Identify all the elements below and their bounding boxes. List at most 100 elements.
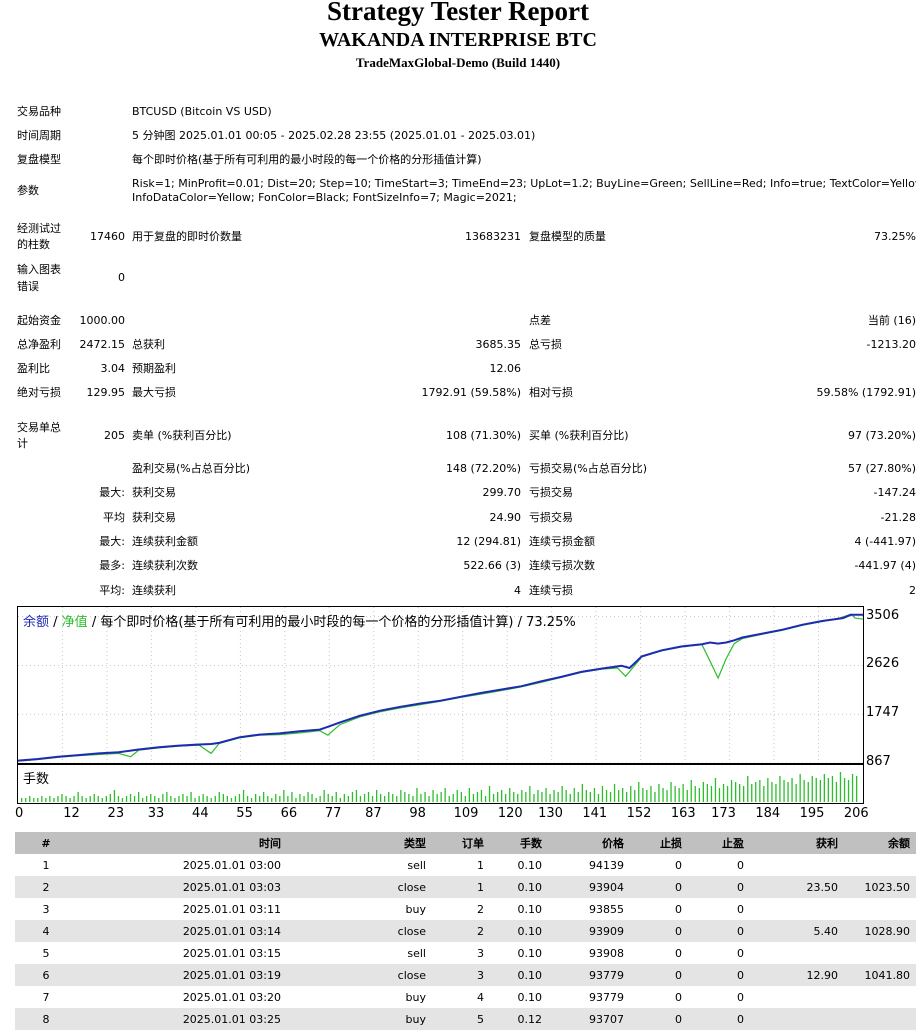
equity-line — [17, 613, 864, 762]
volume-bar — [182, 794, 184, 802]
short-trades-value: 108 (71.30%) — [445, 429, 521, 442]
deal-row: 7 2025.01.01 03:20 buy 4 0.10 93779 0 0 — [15, 986, 916, 1008]
volume-bar — [178, 796, 180, 802]
quality-value: 73.25% — [874, 230, 916, 243]
volume-bar — [480, 790, 483, 802]
volume-bar — [851, 774, 854, 802]
avg-loss-value: -21.28 — [880, 511, 916, 524]
deals-header-row: # 时间 类型 订单 手数 价格 止损 止盈 获利 余额 — [15, 832, 916, 854]
volume-bar — [638, 782, 640, 802]
volume-bar — [162, 794, 164, 802]
volume-bar — [323, 790, 325, 802]
volume-chart: 手数 — [17, 764, 864, 804]
deal-cell: 3 — [42, 902, 50, 916]
volume-bar — [206, 796, 208, 802]
deal-row: 6 2025.01.01 03:19 close 3 0.10 93779 0 0 12.90 1… — [15, 964, 916, 986]
volume-bar — [622, 788, 624, 802]
volume-bar — [835, 782, 838, 802]
deal-cell: 0.10 — [517, 902, 543, 916]
deal-cell — [750, 942, 844, 964]
deposit-value: 1000.00 — [79, 314, 126, 327]
volume-bar — [109, 794, 111, 802]
deal-cell: 5 — [432, 1008, 490, 1030]
deal-cell: 93909 — [548, 920, 630, 942]
volume-bar — [97, 796, 99, 802]
y-tick-label: 867 — [866, 754, 891, 769]
volume-bar — [573, 788, 575, 802]
volume-bar — [339, 798, 341, 802]
max-drawdown-label: 最大亏损 — [132, 386, 176, 399]
ticks-value: 13683231 — [465, 230, 521, 243]
deals-header-cell: 类型 — [287, 832, 432, 854]
avg-profit-value: 24.90 — [489, 511, 522, 524]
volume-bar — [113, 790, 116, 802]
volume-bar — [41, 796, 43, 802]
volume-chart-svg — [21, 772, 858, 802]
volume-bar — [440, 792, 442, 802]
volume-bar — [400, 790, 402, 802]
volume-bar — [557, 792, 559, 802]
volume-bar — [307, 792, 309, 802]
volume-bar — [61, 794, 63, 802]
volume-bar — [815, 778, 817, 802]
volume-bar — [847, 780, 850, 802]
maximal-loss-value: -441.97 (4) — [854, 559, 916, 572]
deal-cell: 2025.01.01 03:15 — [182, 946, 281, 960]
x-tick-label: 87 — [365, 806, 382, 821]
volume-bar — [351, 792, 354, 802]
volume-bar — [484, 796, 487, 802]
avg-consec-losses-value: 2 — [909, 584, 916, 597]
volume-bar — [154, 796, 156, 802]
volume-bar — [751, 784, 753, 802]
volume-bar — [767, 778, 769, 802]
symbol-label: 交易品种 — [17, 105, 61, 118]
total-trades-label-2: 计 — [17, 437, 28, 450]
deal-cell: 1 — [42, 858, 50, 872]
deal-cell: 2025.01.01 03:19 — [77, 964, 287, 986]
volume-bar — [468, 788, 470, 802]
deal-cell: 0 — [688, 876, 750, 898]
volume-bar — [287, 796, 289, 802]
gross-loss-label: 总亏损 — [529, 338, 562, 351]
deals-body: 1 2025.01.01 03:00 sell 1 0.10 94139 0 0 2 2025.0… — [15, 854, 916, 1030]
rel-drawdown-label: 相对亏损 — [529, 386, 573, 399]
volume-bar — [33, 798, 35, 802]
deal-cell: 2025.01.01 03:25 — [77, 1008, 287, 1030]
deal-cell: 0 — [675, 902, 682, 916]
volume-bar — [601, 786, 604, 802]
deal-cell — [750, 854, 844, 876]
gross-profit-label: 总获利 — [132, 338, 165, 351]
deals-header-cell: 止盈 — [688, 832, 750, 854]
deal-cell: 1028.90 — [844, 920, 916, 942]
volume-bar — [739, 784, 741, 802]
volume-bar — [585, 790, 587, 802]
volume-bar — [315, 798, 317, 802]
volume-bar — [642, 788, 644, 802]
volume-bar — [129, 794, 132, 802]
volume-bar — [396, 796, 398, 802]
profit-trades-value: 148 (72.20%) — [445, 462, 521, 475]
max-consec-wins-label: 连续获利金额 — [132, 535, 198, 548]
volume-bar — [121, 798, 124, 802]
volume-bar — [347, 796, 349, 802]
deal-cell: 8 — [15, 1008, 77, 1030]
params-line-1: Risk=1; MinProfit=0.01; Dist=20; Step=10… — [132, 177, 916, 190]
maximal-profit-label: 连续获利次数 — [132, 559, 198, 572]
x-tick-label: 44 — [192, 806, 209, 821]
short-trades-label: 卖单 (%获利百分比) — [132, 429, 232, 442]
x-tick-label: 130 — [538, 806, 563, 821]
volume-bar — [803, 780, 805, 802]
volume-bar — [694, 786, 696, 802]
volume-bar — [371, 796, 374, 802]
volume-bar — [521, 790, 523, 802]
volume-bar — [376, 790, 378, 802]
volume-bar — [57, 796, 59, 802]
profit-factor-label: 盈利比 — [17, 362, 50, 375]
deal-cell: 0 — [630, 920, 688, 942]
deal-cell: 93707 — [548, 1008, 630, 1030]
volume-bar — [593, 788, 596, 802]
volume-bar — [501, 790, 503, 802]
volume-bar — [125, 796, 128, 802]
volume-bar — [142, 798, 144, 802]
max-consec-losses-value: 4 (-441.97) — [854, 535, 916, 548]
